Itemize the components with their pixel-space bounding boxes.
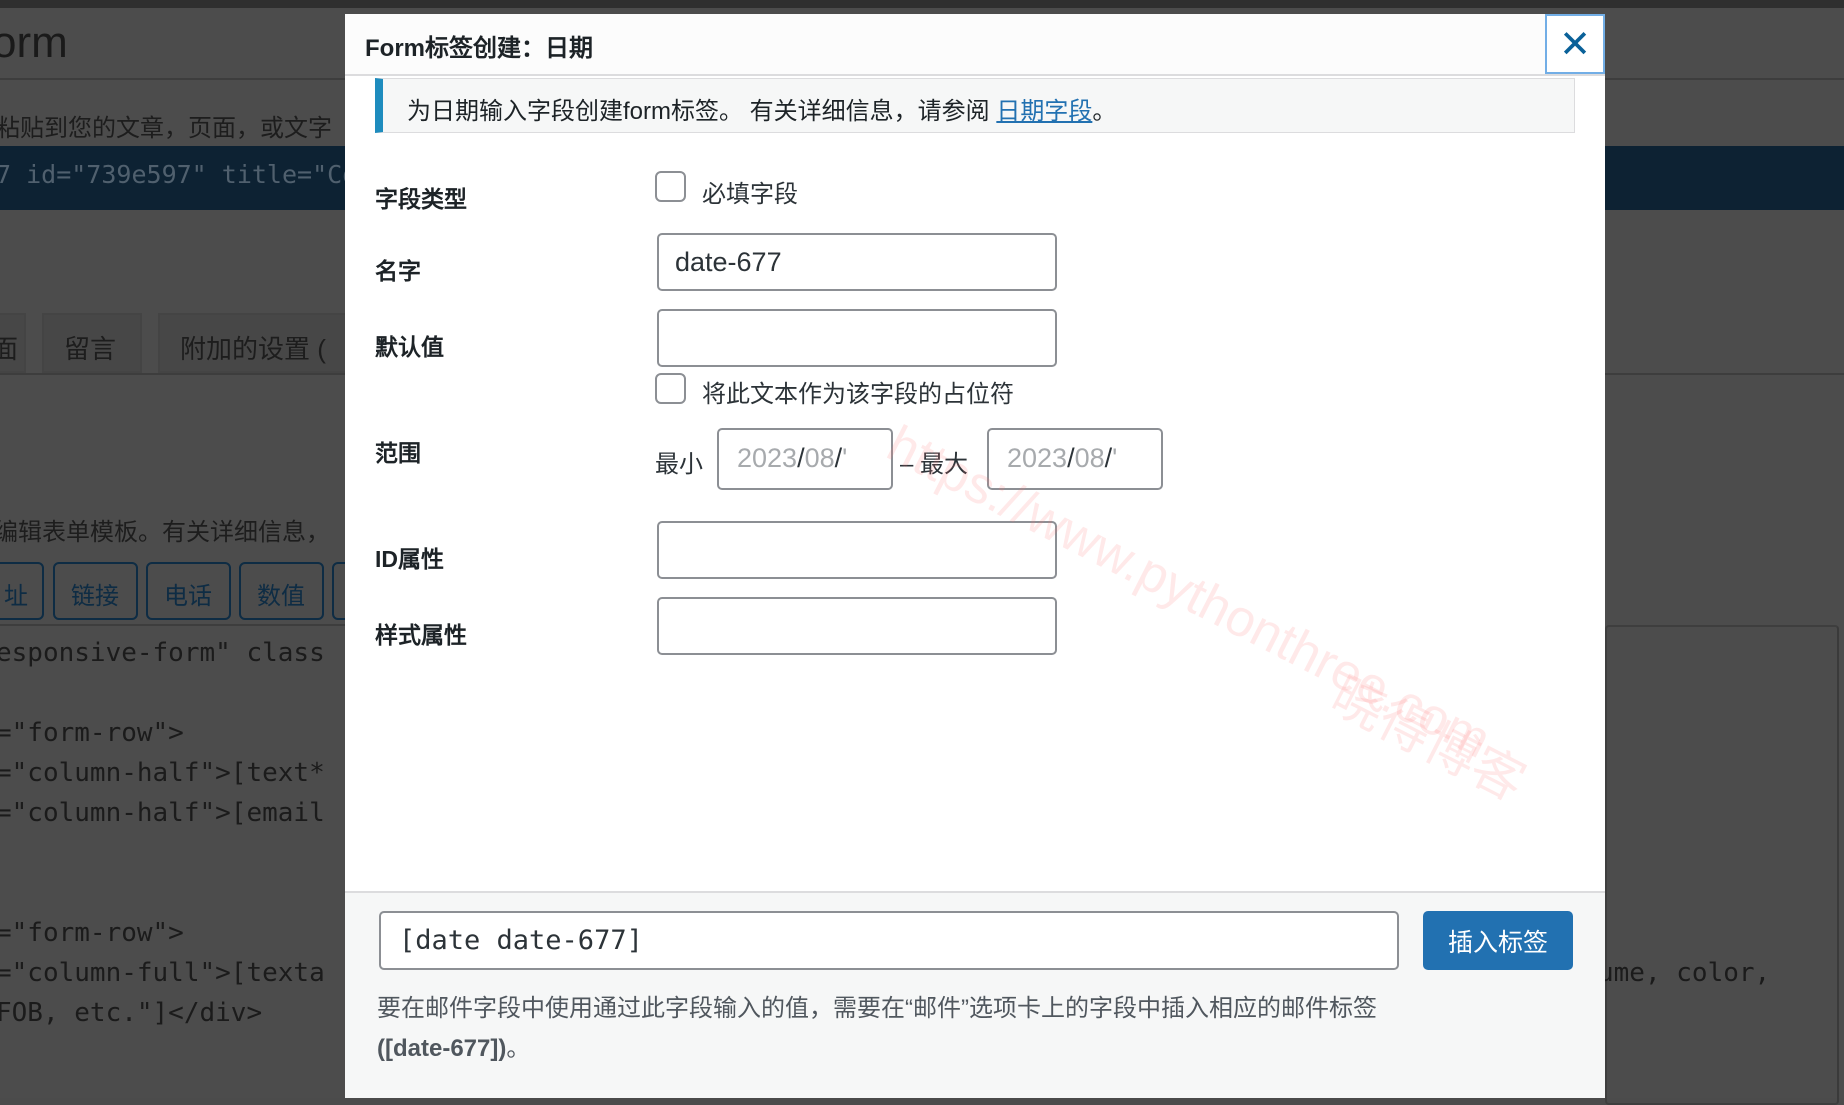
min-label: 最小 xyxy=(655,451,703,478)
code-line: ="form-row"> xyxy=(0,918,184,948)
code-line: ="column-half">[email xyxy=(0,798,325,828)
tag-button-number[interactable]: 数值 xyxy=(239,562,324,620)
default-value-label: 默认值 xyxy=(375,334,444,360)
day-segment: ' xyxy=(1112,443,1118,473)
name-input[interactable] xyxy=(657,233,1057,291)
class-attribute-label: 样式属性 xyxy=(375,622,467,648)
field-type-label: 字段类型 xyxy=(375,186,467,212)
editor-border xyxy=(0,624,350,626)
id-attribute-input[interactable] xyxy=(657,521,1057,579)
close-button[interactable]: ✕ xyxy=(1545,14,1605,74)
tag-button-tel[interactable]: 电话 xyxy=(146,562,231,620)
default-value-input[interactable] xyxy=(657,309,1057,367)
shortcode-hint: 粘贴到您的文章，页面，或文字 xyxy=(0,115,332,142)
watermark-url: https://www.pythonthree.com xyxy=(878,414,1500,770)
max-label: – 最大 xyxy=(900,451,969,478)
code-line: ="column-full">[texta xyxy=(0,958,325,988)
range-label: 范围 xyxy=(375,440,421,466)
tag-button-link[interactable]: 链接 xyxy=(53,562,138,620)
placeholder-label: 将此文本作为该字段的占位符 xyxy=(702,381,1014,408)
insert-tag-button[interactable]: 插入标签 xyxy=(1423,911,1573,970)
date-field-link[interactable]: 日期字段 xyxy=(996,98,1092,125)
admin-bar xyxy=(0,0,1844,8)
separator: / xyxy=(1067,443,1075,473)
shortcode-text: 7 id="739e597" title="Co xyxy=(0,160,358,189)
mail-tag: ([date-677]) xyxy=(377,1035,507,1062)
tab-messages[interactable]: 留言 xyxy=(42,313,142,373)
min-date-input[interactable]: 2023/08/' xyxy=(717,428,893,490)
generated-tag-input[interactable] xyxy=(379,911,1399,970)
required-checkbox[interactable] xyxy=(655,171,686,202)
form-editor-textarea[interactable] xyxy=(1605,625,1839,1105)
info-notice: 为日期输入字段创建form标签。 有关详细信息，请参阅 日期字段。 xyxy=(375,78,1575,133)
id-attribute-label: ID属性 xyxy=(375,546,444,572)
month-segment: 08 xyxy=(1074,443,1105,473)
close-x-icon: ✕ xyxy=(1559,23,1591,66)
dialog-footer: 插入标签 要在邮件字段中使用通过此字段输入的值，需要在“邮件”选项卡上的字段中插… xyxy=(345,891,1605,1098)
notice-suffix: 。 xyxy=(1092,98,1117,125)
mail-tag-help: 要在邮件字段中使用通过此字段输入的值，需要在“邮件”选项卡上的字段中插入相应的邮… xyxy=(377,989,1557,1069)
code-line: FOB, etc."]</div> xyxy=(0,998,263,1028)
dialog-title: Form标签创建：日期 xyxy=(365,35,593,62)
max-date-input[interactable]: 2023/08/' xyxy=(987,428,1163,490)
code-line: ="column-half">[text* xyxy=(0,758,325,788)
tag-generator-dialog: Form标签创建：日期 ✕ 为日期输入字段创建form标签。 有关详细信息，请参… xyxy=(345,14,1605,1098)
code-line-right: ume, color, xyxy=(1598,958,1771,988)
required-label: 必填字段 xyxy=(702,181,798,208)
code-line: ="form-row"> xyxy=(0,718,184,748)
name-label: 名字 xyxy=(375,258,421,284)
placeholder-checkbox[interactable] xyxy=(655,373,686,404)
dialog-header: Form标签创建：日期 ✕ xyxy=(345,14,1605,76)
tab-form[interactable]: 面 xyxy=(0,313,26,373)
watermark-name: 晓得博客 xyxy=(1322,666,1534,813)
help-suffix: 。 xyxy=(506,1035,531,1062)
tag-button-address[interactable]: 址 xyxy=(0,562,44,620)
notice-text: 为日期输入字段创建form标签。 有关详细信息，请参阅 xyxy=(407,98,997,125)
help-text: 要在邮件字段中使用通过此字段输入的值，需要在“邮件”选项卡上的字段中插入相应的邮… xyxy=(377,995,1377,1022)
year-segment: 2023 xyxy=(1007,443,1068,473)
separator: / xyxy=(797,443,805,473)
code-line: esponsive-form" class xyxy=(0,638,325,668)
page-title: orm xyxy=(0,18,68,67)
class-attribute-input[interactable] xyxy=(657,597,1057,655)
day-segment: ' xyxy=(842,443,848,473)
month-segment: 08 xyxy=(804,443,835,473)
year-segment: 2023 xyxy=(737,443,798,473)
editor-hint: 编辑表单模板。有关详细信息， xyxy=(0,519,330,546)
